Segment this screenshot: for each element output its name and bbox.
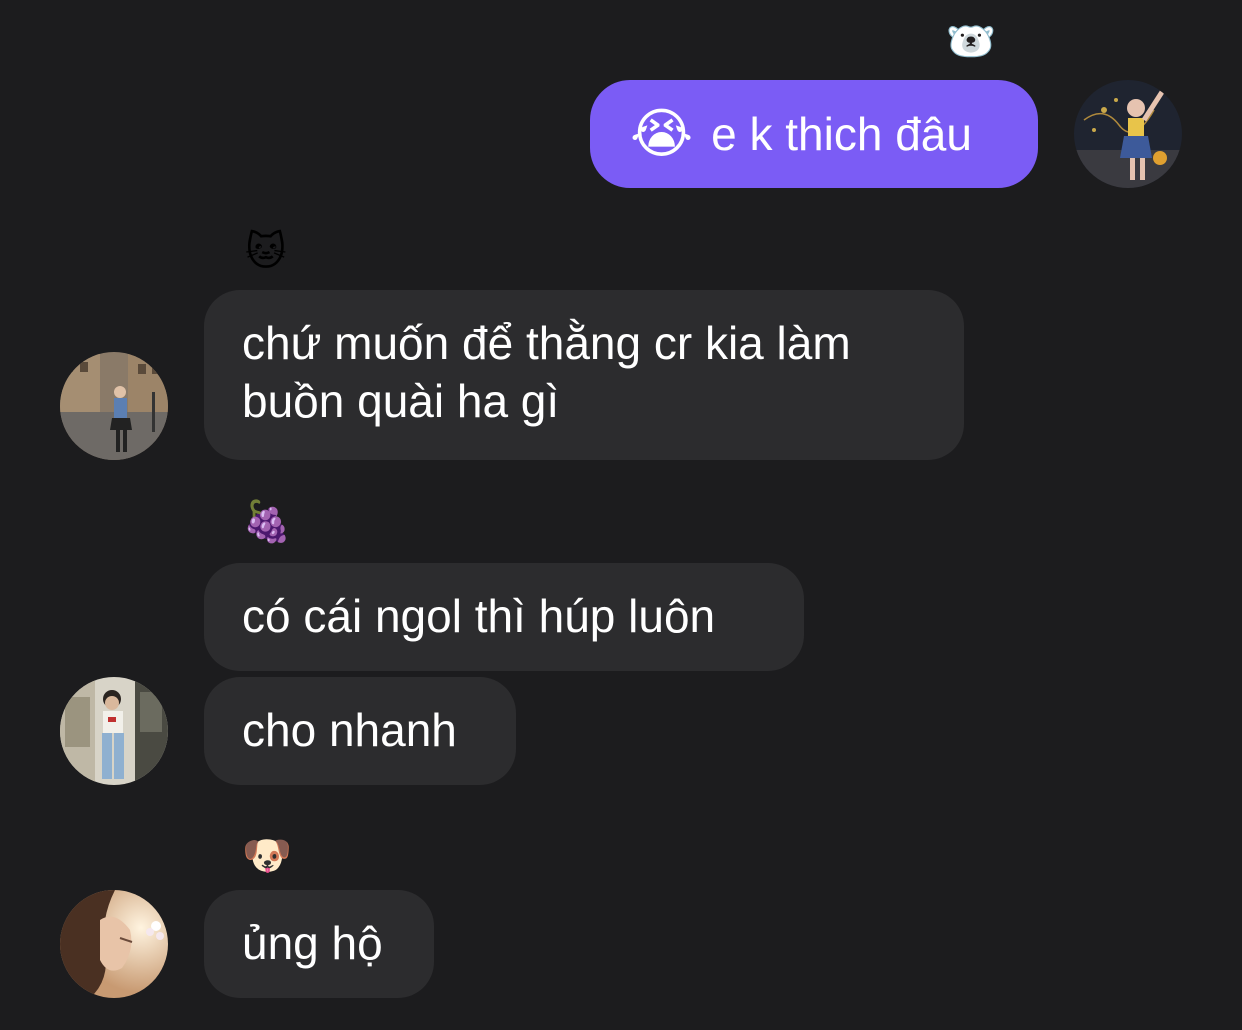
- sender-emoji-polar-bear: 🐻‍❄️: [946, 19, 996, 65]
- chat-thread: 🐻‍❄️ 😭 e k thich đâu 🐱 chứ muốn để thằng…: [0, 0, 1242, 1030]
- message-text: có cái ngol thì húp luôn: [242, 590, 716, 642]
- sender-emoji-grapes: 🍇: [242, 499, 292, 545]
- message-text: ủng hộ: [242, 917, 383, 969]
- message-bubble-outgoing[interactable]: 😭 e k thich đâu: [590, 80, 1038, 188]
- message-bubble-incoming[interactable]: có cái ngol thì húp luôn: [204, 563, 804, 671]
- message-text: cho nhanh: [242, 704, 457, 756]
- crying-face-icon: 😭: [630, 102, 694, 165]
- message-bubble-incoming[interactable]: chứ muốn để thằng cr kia làm buồn quài h…: [204, 290, 964, 460]
- sender-emoji-cat: 🐱: [245, 229, 287, 275]
- avatar-self[interactable]: [1074, 80, 1182, 188]
- avatar-sender-1[interactable]: [60, 352, 168, 460]
- avatar-sender-2[interactable]: [60, 677, 168, 785]
- avatar-sender-3[interactable]: [60, 890, 168, 998]
- message-text: chứ muốn để thằng cr kia làm buồn quài h…: [242, 317, 851, 427]
- message-bubble-incoming[interactable]: ủng hộ: [204, 890, 434, 998]
- message-bubble-incoming[interactable]: cho nhanh: [204, 677, 516, 785]
- message-text: e k thich đâu: [711, 108, 972, 160]
- sender-emoji-dog: 🐶: [242, 833, 292, 879]
